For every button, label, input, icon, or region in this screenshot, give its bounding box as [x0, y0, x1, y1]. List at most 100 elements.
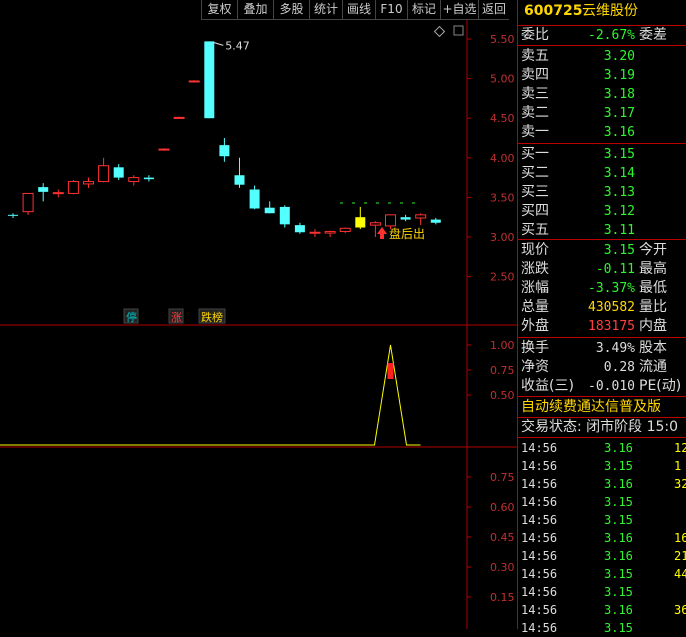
quote-row-1-label: 涨跌	[521, 261, 549, 277]
buy-level-3-value: 3.12	[603, 204, 635, 219]
ind1-tick-label: 1.00	[490, 339, 515, 352]
diamond-icon	[433, 25, 446, 38]
candle-body	[294, 225, 305, 233]
buy-level-2-value: 3.13	[603, 185, 635, 200]
toolbar-button-0[interactable]: 复权	[201, 0, 237, 20]
tick-price: 3.16	[604, 603, 633, 617]
toolbar-button-1[interactable]: 叠加	[237, 0, 273, 20]
buy-level-4-label: 买五	[521, 222, 549, 238]
price-tick-label: 3.50	[490, 191, 515, 204]
toolbar-button-6[interactable]: 标记	[407, 0, 440, 20]
webi-row-label2: 委差	[639, 27, 667, 43]
tick-row: 14:56 3.15	[518, 511, 686, 529]
tick-volume: 1	[674, 459, 682, 473]
quote-row-1-label2: 最高	[639, 261, 667, 277]
ind2-tick-label: 0.75	[490, 471, 515, 484]
toolbar-button-7[interactable]: +自选	[440, 0, 478, 20]
marker-label-0: 停	[126, 310, 137, 324]
buy-level-1-label: 买二	[521, 165, 549, 181]
high-pointer	[213, 41, 224, 46]
indicator-line	[0, 344, 421, 446]
toolbar-button-3[interactable]: 统计	[309, 0, 342, 20]
candle-body	[279, 206, 290, 225]
fin-row-0-label: 换手	[521, 340, 549, 356]
candle-body	[98, 165, 110, 183]
price-tick-label: 3.00	[490, 231, 515, 244]
tick-time: 14:56	[521, 603, 558, 617]
price-tick-label: 4.00	[490, 152, 515, 165]
tick-price: 3.16	[604, 477, 633, 491]
fin-row-2: 收益(三) -0.010 PE(动)	[518, 377, 686, 396]
quote-row-3: 总量 430582 量比	[518, 298, 686, 317]
buy-level-4: 买五 3.11	[518, 221, 686, 240]
fin-row-2-label: 收益(三)	[521, 378, 574, 394]
tick-row: 14:56 3.15	[518, 583, 686, 601]
tick-row: 14:56 3.15 1	[518, 457, 686, 475]
up-arrow-icon	[377, 227, 387, 239]
candle-body	[143, 177, 154, 180]
sell-level-0-label: 卖五	[521, 48, 549, 64]
tick-price: 3.15	[604, 567, 633, 581]
price-tick-label: 5.00	[490, 73, 515, 86]
toolbar-button-4[interactable]: 画线	[342, 0, 375, 20]
sell-level-0: 卖五 3.20	[518, 47, 686, 66]
quote-row-4-label: 外盘	[521, 318, 549, 334]
candle-body	[369, 222, 381, 226]
sell-level-3-label: 卖二	[521, 105, 549, 121]
sell-level-1: 卖四 3.19	[518, 66, 686, 85]
quote-row-2: 涨幅 -3.37% 最低	[518, 279, 686, 298]
ind2-tick-label: 0.30	[490, 561, 515, 574]
ind2-tick-label: 0.15	[490, 591, 515, 604]
fin-row-2-value: -0.010	[588, 379, 635, 394]
quote-row-3-label2: 量比	[639, 299, 667, 315]
candle-body	[264, 207, 275, 214]
quote-row-3-value: 430582	[588, 300, 635, 315]
fin-row-1-value: 0.28	[603, 360, 635, 375]
buy-level-2: 买三 3.13	[518, 183, 686, 202]
toolbar-button-5[interactable]: F10	[375, 0, 407, 20]
candle-body	[324, 230, 336, 234]
tick-time: 14:56	[521, 459, 558, 473]
renew-notice[interactable]: 自动续费通达信普及版	[518, 398, 686, 417]
sell-level-1-label: 卖四	[521, 67, 549, 83]
stock-code: 600725	[524, 3, 583, 19]
sell-level-3-value: 3.17	[603, 106, 635, 121]
fin-row-1-label: 净资	[521, 359, 549, 375]
tick-time: 14:56	[521, 567, 558, 581]
quote-row-0: 现价 3.15 今开	[518, 241, 686, 260]
price-tick-label: 5.50	[490, 33, 515, 46]
buy-level-2-label: 买三	[521, 184, 549, 200]
tick-time: 14:56	[521, 477, 558, 491]
fin-row-1-label2: 流通	[639, 359, 667, 375]
quote-row-2-label: 涨幅	[521, 280, 549, 296]
kline-chart[interactable]: 5.50 5.00 4.50 4.00 3.50 3.00 2.50 5.47 盘后出停 涨 跌榜 1…	[0, 20, 517, 629]
candle-body	[8, 214, 18, 216]
tick-row: 14:56 3.16 16	[518, 529, 686, 547]
toolbar: 复权 叠加 多股 统计 画线 F10 标记 +自选 返回	[0, 0, 517, 20]
buy-level-1-value: 3.14	[603, 166, 635, 181]
tick-volume: 21	[674, 549, 686, 563]
trade-status: 交易状态: 闭市阶段 15:0	[521, 419, 679, 435]
toolbar-button-8[interactable]: 返回	[478, 0, 509, 20]
quote-row-3-label: 总量	[521, 299, 549, 315]
candle-body	[83, 181, 94, 185]
tick-volume: 16	[674, 531, 686, 545]
tick-price: 3.15	[604, 621, 633, 635]
buy-level-3-label: 买四	[521, 203, 549, 219]
high-price-label: 5.47	[225, 39, 250, 52]
candle-body	[67, 181, 79, 194]
tick-time: 14:56	[521, 585, 558, 599]
tick-row: 14:56 3.15	[518, 493, 686, 511]
candle-body	[400, 217, 411, 220]
webi-row: 委比 -2.67% 委差	[518, 26, 686, 45]
webi-row-label: 委比	[521, 27, 549, 43]
toolbar-button-2[interactable]: 多股	[273, 0, 309, 20]
fin-row-0: 换手 3.49% 股本	[518, 339, 686, 358]
tick-time: 14:56	[521, 495, 558, 509]
buy-level-4-value: 3.11	[603, 223, 635, 238]
tick-row: 14:56 3.16 36	[518, 601, 686, 619]
candle-body	[339, 227, 351, 232]
candle-body	[188, 80, 200, 83]
candle-body	[204, 41, 215, 119]
fin-row-2-label2: PE(动)	[639, 378, 682, 394]
